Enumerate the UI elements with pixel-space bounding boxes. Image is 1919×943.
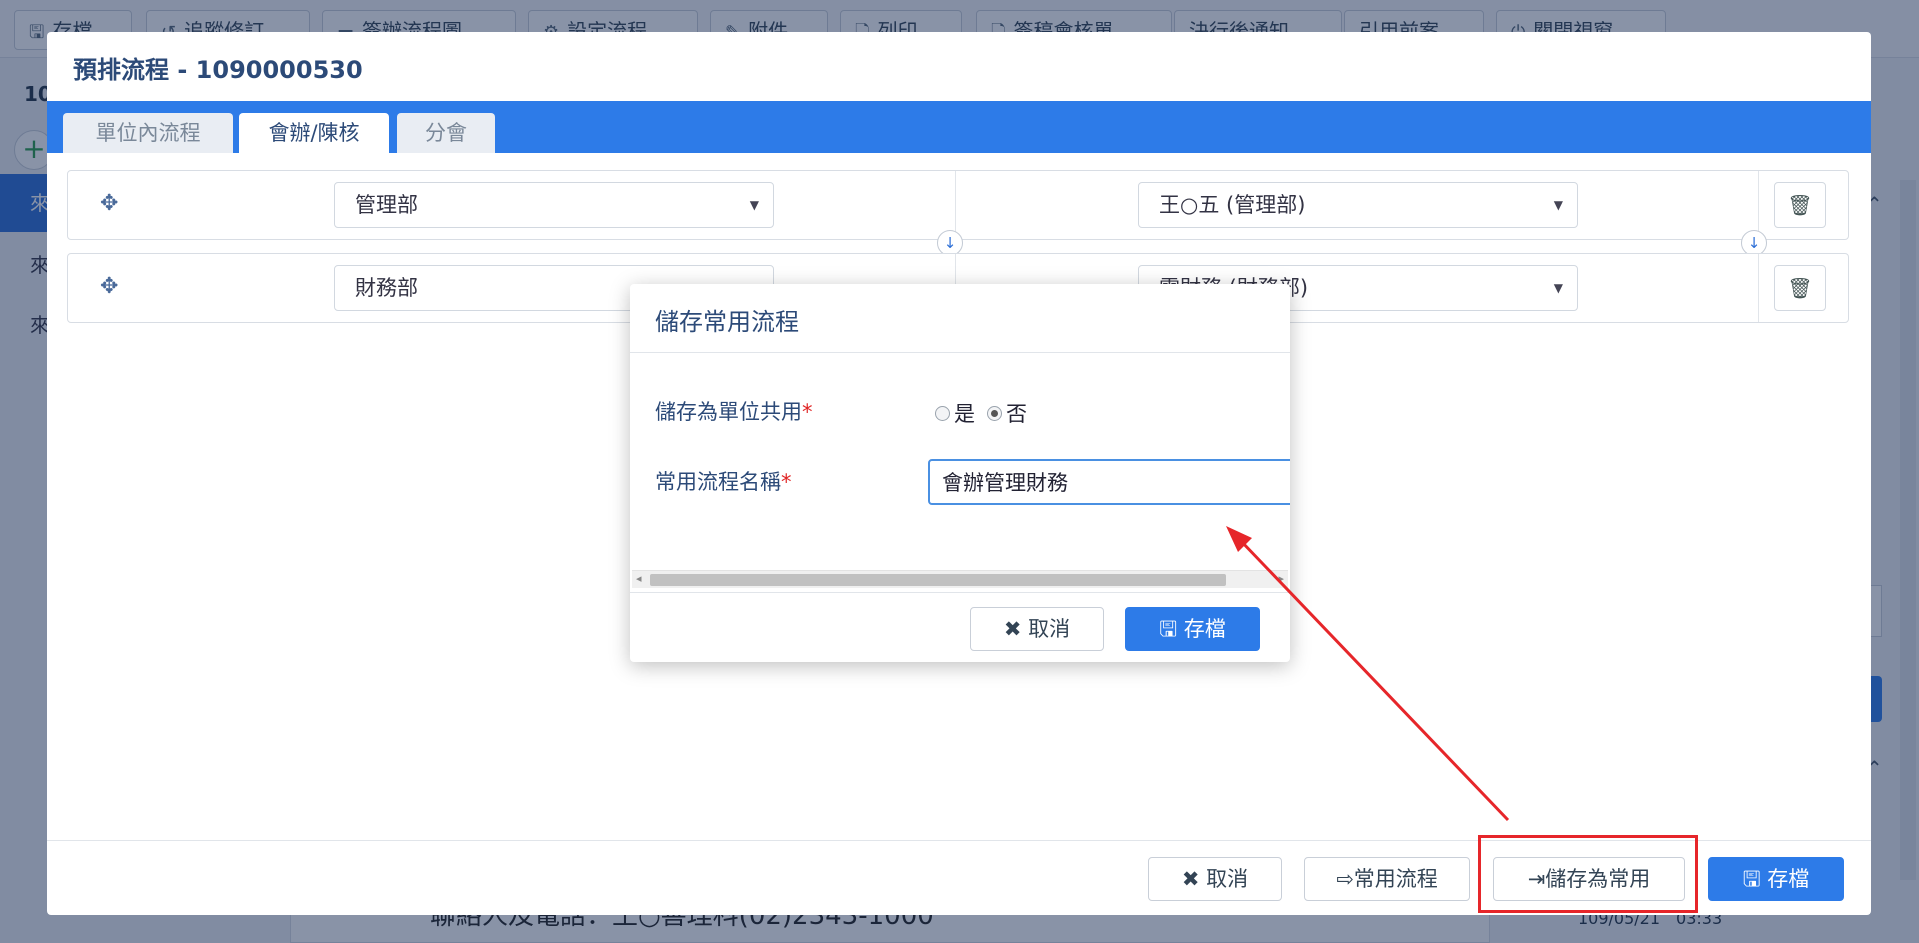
scroll-left-icon[interactable]: ◂ — [636, 572, 642, 585]
divider — [1758, 254, 1759, 322]
sign-out-icon: ⇨ — [1336, 867, 1354, 891]
tab-bar: 單位內流程 會辦/陳核 分會 — [47, 101, 1871, 153]
close-icon: ✖ — [1181, 867, 1207, 891]
save-icon: 🖫 — [1159, 617, 1184, 641]
save-common-flow-dialog: 儲存常用流程 儲存為單位共用* 是 否 常用流程名稱* ◂ ▸ ✖ 取消 🖫 存… — [630, 284, 1290, 662]
scrollbar-thumb[interactable] — [650, 574, 1226, 586]
highlight-box — [1478, 835, 1698, 913]
horizontal-scrollbar[interactable]: ◂ ▸ — [632, 570, 1288, 588]
trash-icon: 🗑 — [1787, 276, 1813, 300]
divider — [955, 171, 956, 239]
dialog-divider — [630, 592, 1290, 593]
drag-handle-icon[interactable]: ✥ — [100, 191, 118, 216]
caret-down-icon: ▼ — [1553, 281, 1563, 295]
common-flow-button[interactable]: ⇨常用流程 — [1304, 857, 1470, 901]
delete-row-button[interactable]: 🗑 — [1774, 182, 1826, 228]
modal-title: 預排流程 - 1090000530 — [73, 56, 363, 84]
close-icon: ✖ — [1003, 617, 1029, 641]
dialog-cancel-button[interactable]: ✖ 取消 — [970, 607, 1104, 651]
tab-branch[interactable]: 分會 — [397, 113, 495, 153]
person-select[interactable]: 王○五 (管理部) ▼ — [1138, 182, 1578, 228]
share-radio-group: 是 否 — [935, 398, 1027, 428]
delete-row-button[interactable]: 🗑 — [1774, 265, 1826, 311]
name-label: 常用流程名稱* — [655, 470, 792, 494]
save-button[interactable]: 🖫 存檔 — [1708, 857, 1844, 901]
caret-down-icon: ▼ — [1553, 198, 1563, 212]
share-yes-radio[interactable] — [935, 405, 950, 421]
save-icon: 🖫 — [1742, 867, 1768, 891]
tab-cosign[interactable]: 會辦/陳核 — [239, 113, 389, 153]
dialog-save-button[interactable]: 🖫 存檔 — [1125, 607, 1260, 651]
drag-handle-icon[interactable]: ✥ — [100, 274, 118, 299]
dialog-divider — [630, 352, 1290, 353]
dialog-title: 儲存常用流程 — [655, 308, 799, 336]
department-select[interactable]: 管理部 ▼ — [334, 182, 774, 228]
share-label: 儲存為單位共用* — [655, 400, 813, 424]
flow-name-input[interactable] — [928, 459, 1290, 505]
caret-down-icon: ▼ — [749, 198, 759, 212]
scroll-right-icon[interactable]: ▸ — [1278, 572, 1284, 585]
divider — [1758, 171, 1759, 239]
cancel-button[interactable]: ✖ 取消 — [1148, 857, 1282, 901]
tab-internal-flow[interactable]: 單位內流程 — [63, 113, 233, 153]
trash-icon: 🗑 — [1787, 193, 1813, 217]
share-no-radio[interactable] — [987, 405, 1002, 421]
flow-row: ✥ 管理部 ▼ 王○五 (管理部) ▼ 🗑 — [67, 170, 1849, 240]
